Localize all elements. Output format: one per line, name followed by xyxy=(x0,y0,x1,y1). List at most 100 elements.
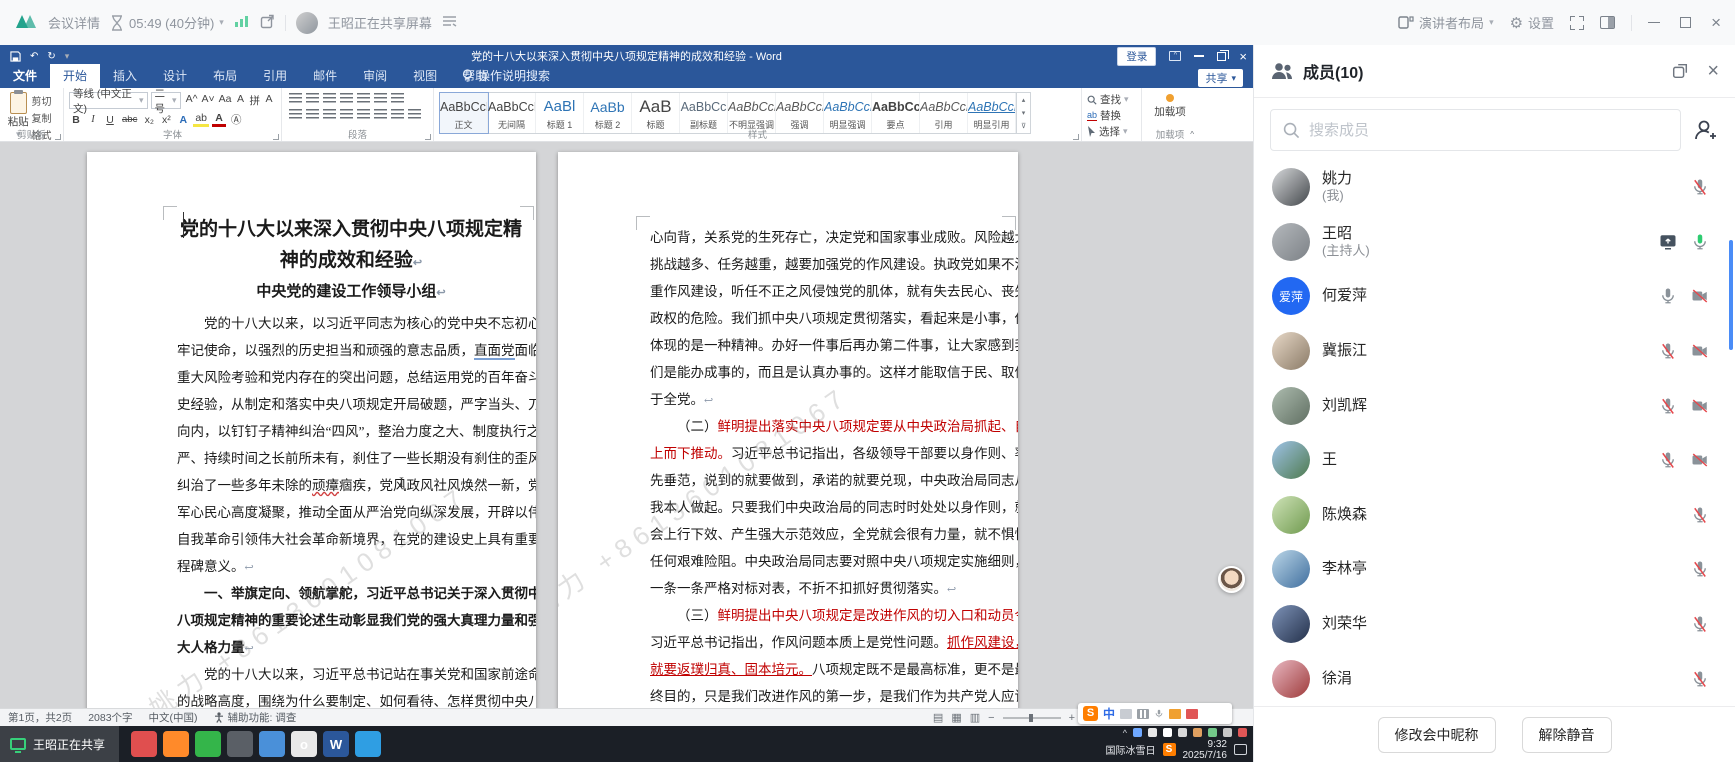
page-indicator[interactable]: 第1页，共2页 xyxy=(8,710,72,725)
ribbon-tab[interactable]: 邮件 xyxy=(300,64,350,88)
align-center[interactable] xyxy=(306,109,319,120)
taskbar-app-browser[interactable]: o xyxy=(291,731,317,757)
redo-icon[interactable]: ↻ xyxy=(47,51,55,62)
sharing-taskbar-badge[interactable]: 王昭正在共享 xyxy=(0,726,119,762)
member-row[interactable]: 陈焕森 xyxy=(1254,488,1735,543)
tell-me-search[interactable]: 操作说明搜索 xyxy=(452,67,560,88)
print-layout-icon[interactable]: ▦ xyxy=(951,711,961,724)
settings-button[interactable]: ⚙ 设置 xyxy=(1510,13,1554,32)
grow-font[interactable]: A^ xyxy=(184,93,200,108)
replace-button[interactable]: ab 替换 xyxy=(1087,108,1136,123)
dialog-launcher-icon[interactable] xyxy=(425,134,431,140)
undo-icon[interactable]: ↶ xyxy=(30,51,38,62)
shading[interactable] xyxy=(391,109,404,120)
ime-screenshot-icon[interactable] xyxy=(1186,709,1198,719)
member-row[interactable]: 冀振江 xyxy=(1254,324,1735,379)
sogou-tray-icon[interactable]: S xyxy=(1163,743,1176,756)
ribbon-tab[interactable]: 布局 xyxy=(200,64,250,88)
font-size-select[interactable]: 二号▾ xyxy=(151,92,181,109)
tray-orange[interactable] xyxy=(1193,728,1202,737)
share-button[interactable]: 共享 ▾ xyxy=(1198,69,1243,87)
mic-muted-icon[interactable] xyxy=(1691,178,1709,196)
mic-icon[interactable] xyxy=(1659,287,1677,305)
add-member-icon[interactable] xyxy=(1693,118,1719,142)
highlight-color[interactable]: ab xyxy=(193,112,209,127)
taskbar-app-word[interactable]: W xyxy=(323,731,349,757)
font-color[interactable]: A xyxy=(212,112,226,127)
meeting-details-button[interactable]: 会议详情 xyxy=(48,13,100,32)
camera-off-icon[interactable] xyxy=(1691,342,1709,360)
panel-scrollbar-thumb[interactable] xyxy=(1729,240,1733,350)
ribbon-tab[interactable]: 文件 xyxy=(0,64,50,88)
document-page-1[interactable]: 党的十八大以来深入贯彻中央八项规定精神的成效和经验↩中央党的建设工作领导小组↩党… xyxy=(87,152,536,708)
tray-expand-icon[interactable]: ^ xyxy=(1123,728,1127,738)
taskbar-clock[interactable]: 9:32 2025/7/16 xyxy=(1183,739,1228,761)
ime-punctuation-icon[interactable] xyxy=(1120,709,1132,719)
tray-green[interactable] xyxy=(1208,728,1217,737)
member-search-input[interactable] xyxy=(1309,122,1569,139)
meeting-timer[interactable]: 05:49 (40分钟) ▾ xyxy=(110,13,224,32)
dialog-launcher-icon[interactable] xyxy=(55,134,61,140)
ribbon-tab[interactable]: 审阅 xyxy=(350,64,400,88)
mic-muted-icon[interactable] xyxy=(1659,451,1677,469)
ime-toolbox-icon[interactable] xyxy=(1169,709,1181,719)
document-area[interactable]: 党的十八大以来深入贯彻中央八项规定精神的成效和经验↩中央党的建设工作领导小组↩党… xyxy=(0,142,1253,708)
mic-active-icon[interactable] xyxy=(1691,233,1709,251)
decrease-indent[interactable] xyxy=(340,93,353,104)
justify[interactable] xyxy=(340,109,353,120)
save-icon[interactable] xyxy=(10,51,21,62)
borders[interactable] xyxy=(408,109,421,120)
camera-off-icon[interactable] xyxy=(1691,397,1709,415)
copy-button[interactable]: 复制 xyxy=(32,110,59,125)
ribbon-tab[interactable]: 插入 xyxy=(100,64,150,88)
word-minimize-button[interactable] xyxy=(1194,55,1204,57)
increase-indent[interactable] xyxy=(357,93,370,104)
sogou-logo-icon[interactable]: S xyxy=(1083,706,1098,721)
taskbar-app-folder[interactable] xyxy=(259,731,285,757)
ime-language-indicator[interactable]: 中 xyxy=(1103,705,1115,722)
tray-mic[interactable] xyxy=(1148,728,1157,737)
rename-in-meeting-button[interactable]: 修改会中昵称 xyxy=(1378,717,1496,753)
dialog-launcher-icon[interactable] xyxy=(1073,134,1079,140)
notification-center-icon[interactable] xyxy=(1234,744,1247,755)
sharing-list-icon[interactable] xyxy=(442,15,457,30)
distribute[interactable] xyxy=(357,109,370,120)
fullscreen-icon[interactable] xyxy=(1570,16,1584,30)
member-row[interactable]: 刘凯辉 xyxy=(1254,378,1735,433)
italic[interactable]: I xyxy=(86,114,100,125)
zoom-slider[interactable] xyxy=(1003,717,1061,719)
paste-button[interactable]: 粘贴 ▾ xyxy=(5,91,32,128)
ribbon-tab[interactable]: 引用 xyxy=(250,64,300,88)
scroll-up-icon[interactable]: ▴ xyxy=(1022,96,1026,104)
member-row[interactable]: 姚力 (我) xyxy=(1254,160,1735,215)
cut-button[interactable]: 剪切 xyxy=(32,93,59,108)
screen-sharing-icon[interactable] xyxy=(1659,233,1677,251)
close-button[interactable]: × xyxy=(1711,13,1721,33)
network-signal-icon[interactable] xyxy=(234,14,250,31)
zoom-out-icon[interactable]: − xyxy=(988,712,994,724)
taskbar-app-meeting[interactable] xyxy=(355,731,381,757)
camera-off-icon[interactable] xyxy=(1691,451,1709,469)
dialog-launcher-icon[interactable] xyxy=(273,134,279,140)
popout-panel-icon[interactable] xyxy=(1671,62,1689,80)
mic-muted-icon[interactable] xyxy=(1659,342,1677,360)
align-left[interactable] xyxy=(289,109,302,120)
show-formatting-marks[interactable] xyxy=(391,93,404,104)
change-case[interactable]: Aa xyxy=(217,93,234,108)
member-search-box[interactable] xyxy=(1270,109,1681,151)
ime-mic-icon[interactable] xyxy=(1154,707,1164,720)
multilevel-list[interactable] xyxy=(323,93,336,104)
mic-muted-icon[interactable] xyxy=(1691,506,1709,524)
select-button[interactable]: 选择 ▾ xyxy=(1087,124,1136,139)
unmute-button[interactable]: 解除静音 xyxy=(1522,717,1612,753)
word-restore-button[interactable] xyxy=(1217,52,1226,61)
login-button[interactable]: 登录 xyxy=(1117,47,1156,66)
camera-off-icon[interactable] xyxy=(1691,287,1709,305)
panel-close-icon[interactable]: × xyxy=(1707,60,1719,83)
layout-selector[interactable]: 演讲者布局 ▾ xyxy=(1398,13,1494,32)
enclose-characters[interactable]: Ⓐ xyxy=(229,112,244,127)
font-name-select[interactable]: 等线 (中文正文)▾ xyxy=(69,92,148,109)
ime-keyboard-icon[interactable] xyxy=(1137,709,1149,719)
find-button[interactable]: 查找 ▾ xyxy=(1087,92,1136,107)
language-indicator[interactable]: 中文(中国) xyxy=(149,710,198,725)
